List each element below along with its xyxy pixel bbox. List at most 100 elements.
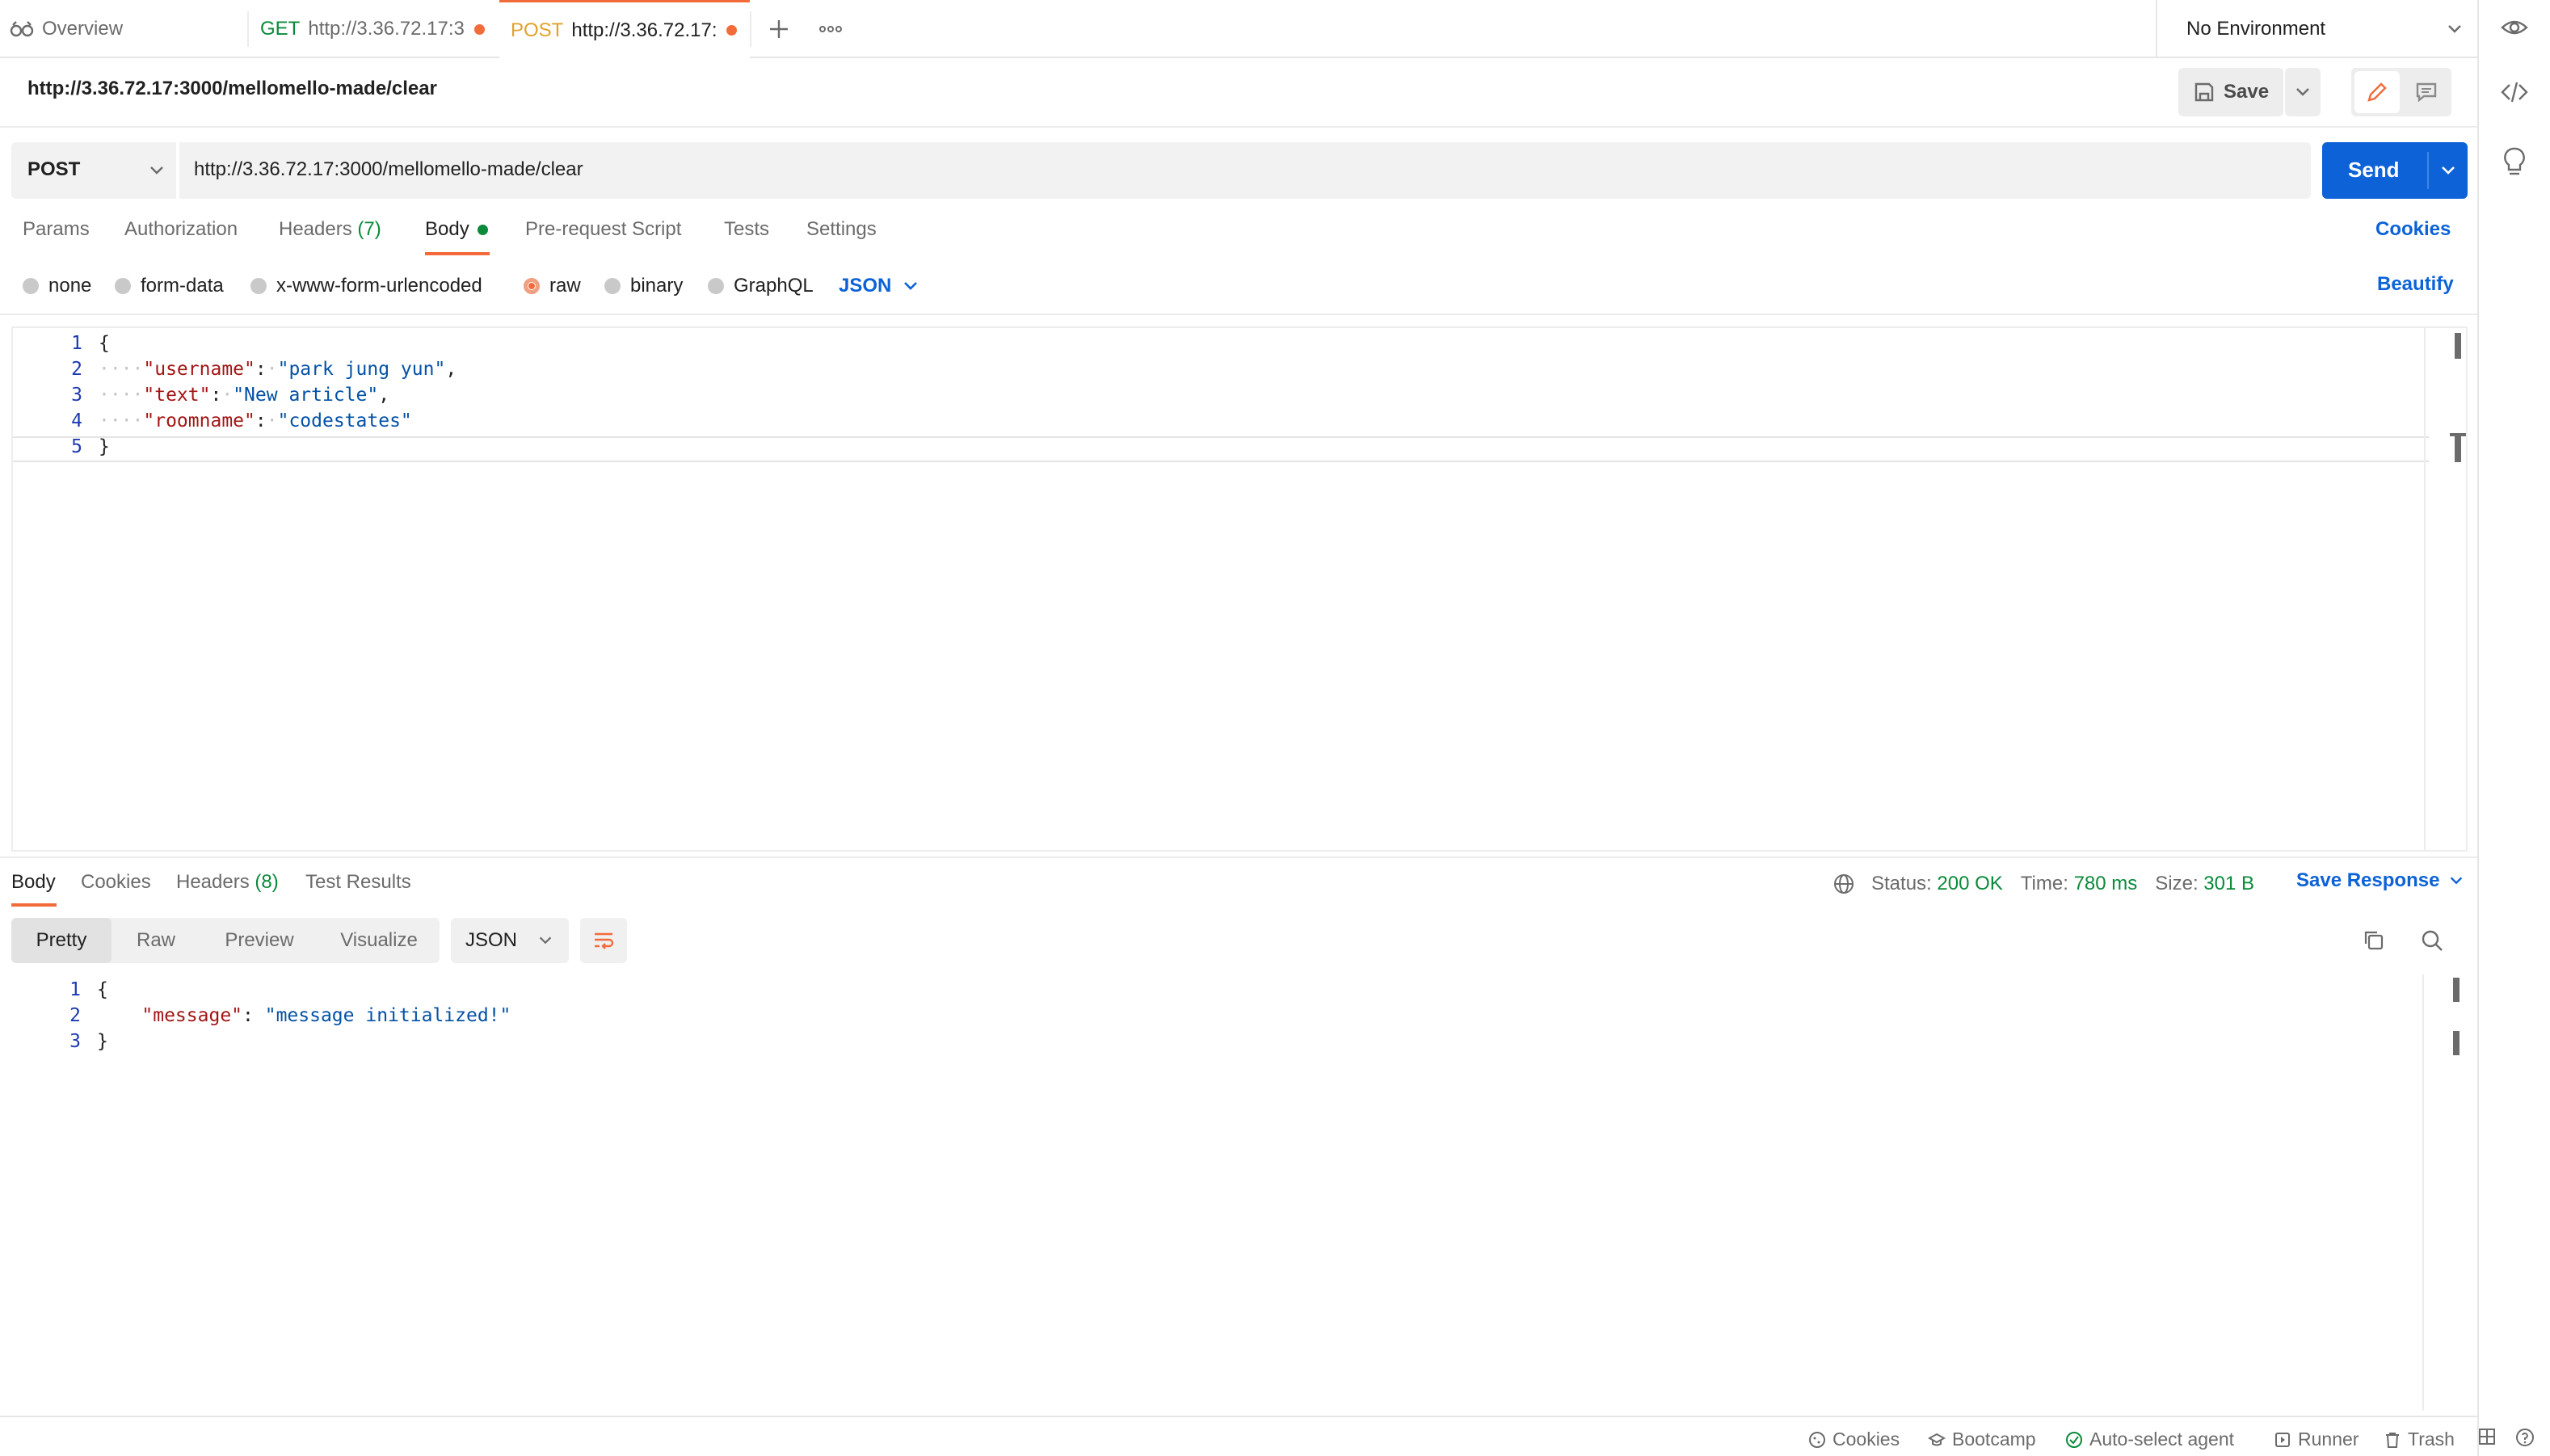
globe-icon[interactable]: [1833, 873, 1855, 895]
send-button[interactable]: Send: [2322, 142, 2468, 199]
radio-form-data-label: form-data: [141, 275, 224, 297]
code-open-brace: {: [99, 333, 110, 354]
save-options-button[interactable]: [2285, 68, 2321, 116]
tab-prerequest-script[interactable]: Pre-request Script: [525, 218, 681, 241]
radio-urlencoded[interactable]: x-www-form-urlencoded: [250, 275, 482, 297]
radio-dot: [250, 278, 267, 294]
wrap-lines-icon: [595, 932, 614, 949]
code-line: ····"text":·"New article",: [99, 385, 390, 406]
beautify-link[interactable]: Beautify: [2377, 273, 2454, 296]
help-icon[interactable]: [2514, 1427, 2542, 1448]
tab-headers[interactable]: Headers (7): [279, 218, 381, 241]
response-meta: Status: 200 OK Time: 780 ms Size: 301 B: [1833, 873, 2254, 895]
wrap-lines-button[interactable]: [580, 918, 627, 963]
time-value[interactable]: 780 ms: [2074, 873, 2138, 895]
radio-binary[interactable]: binary: [604, 275, 683, 297]
line-number: 3: [71, 385, 82, 406]
scrollbar-thumb[interactable]: [2455, 333, 2461, 359]
unsaved-dot-icon: [473, 23, 485, 35]
save-response-button[interactable]: Save Response: [2296, 869, 2465, 892]
edit-mode-button[interactable]: [2354, 71, 2400, 113]
bootcamp-icon: [1928, 1433, 1946, 1445]
radio-raw[interactable]: raw: [524, 275, 581, 297]
environment-select[interactable]: No Environment: [2157, 0, 2477, 58]
statusbar-bootcamp[interactable]: Bootcamp: [1928, 1429, 2036, 1450]
radio-dot: [604, 278, 621, 294]
code-open-brace: {: [97, 979, 108, 1000]
statusbar-cookies[interactable]: Cookies: [1808, 1429, 1900, 1450]
radio-graphql[interactable]: GraphQL: [708, 275, 814, 297]
response-format-select[interactable]: JSON: [451, 918, 569, 963]
response-tab-headers[interactable]: Headers (8): [176, 871, 279, 894]
eye-icon[interactable]: [2500, 13, 2529, 42]
tab-get-request[interactable]: GET http://3.36.72.17:3: [260, 0, 494, 58]
more-tabs-icon[interactable]: [814, 13, 847, 45]
response-body-viewer[interactable]: 1 2 3 { "message": "message initialized!…: [11, 974, 2468, 1411]
scroll-marker: [2455, 436, 2461, 462]
statusbar-runner[interactable]: Runner: [2274, 1429, 2359, 1450]
url-input[interactable]: http://3.36.72.17:3000/mellomello-made/c…: [179, 142, 2311, 199]
response-tab-test-results[interactable]: Test Results: [305, 871, 411, 894]
view-pretty[interactable]: Pretty: [11, 918, 112, 963]
statusbar-trash-label: Trash: [2408, 1429, 2455, 1450]
time-label: Time:: [2020, 873, 2068, 894]
method-select[interactable]: POST: [11, 142, 178, 199]
headers-count: (7): [357, 218, 381, 240]
tab-settings[interactable]: Settings: [806, 218, 877, 241]
response-tab-body[interactable]: Body: [11, 871, 56, 894]
json-value: "message initialized!": [264, 1005, 511, 1026]
chevron-down-icon: [2451, 877, 2463, 885]
request-title[interactable]: http://3.36.72.17:3000/mellomello-made/c…: [27, 78, 437, 100]
tab-overview[interactable]: Overview: [10, 0, 244, 58]
view-preview[interactable]: Preview: [200, 918, 318, 963]
statusbar-trash[interactable]: Trash: [2384, 1429, 2455, 1450]
runner-icon: [2275, 1432, 2290, 1447]
response-tab-cookies[interactable]: Cookies: [81, 871, 151, 894]
tab-body[interactable]: Body: [425, 218, 488, 241]
chevron-down-icon[interactable]: [2438, 161, 2458, 180]
right-sidebar: [2477, 0, 2550, 1456]
code-line: "message": "message initialized!": [141, 1005, 511, 1026]
line-number: 1: [69, 979, 81, 1000]
code-icon[interactable]: [2498, 76, 2531, 108]
statusbar-agent-label: Auto-select agent: [2089, 1429, 2235, 1450]
view-raw[interactable]: Raw: [112, 918, 200, 963]
json-key: "roomname": [143, 410, 255, 431]
size-value[interactable]: 301 B: [2203, 873, 2254, 895]
statusbar-agent[interactable]: Auto-select agent: [2065, 1429, 2234, 1450]
tab-params[interactable]: Params: [23, 218, 90, 241]
response-headers-label: Headers: [176, 871, 250, 893]
code-line: ····"roomname":·"codestates": [99, 410, 412, 431]
search-icon[interactable]: [2419, 928, 2445, 953]
radio-none[interactable]: none: [23, 275, 91, 297]
overview-icon: [10, 21, 34, 37]
scrollbar-thumb[interactable]: [2453, 978, 2460, 1002]
new-tab-plus-icon[interactable]: [763, 13, 795, 45]
save-button[interactable]: Save: [2178, 68, 2283, 116]
copy-icon[interactable]: [2361, 928, 2387, 953]
lightbulb-icon[interactable]: [2500, 145, 2529, 178]
tab-tests[interactable]: Tests: [724, 218, 769, 241]
tab-post-url: http://3.36.72.17:: [571, 19, 717, 41]
tab-post-request[interactable]: POST http://3.36.72.17:: [499, 0, 750, 58]
code-line: ····"username":·"park jung yun",: [99, 359, 457, 380]
layout-icon[interactable]: [2477, 1427, 2503, 1446]
comment-mode-button[interactable]: [2405, 71, 2448, 113]
status-value[interactable]: 200 OK: [1937, 873, 2002, 895]
cookie-icon: [1809, 1431, 1825, 1448]
radio-form-data[interactable]: form-data: [115, 275, 224, 297]
body-format-label: JSON: [839, 275, 892, 297]
tab-post-method: POST: [511, 19, 564, 41]
tab-authorization[interactable]: Authorization: [124, 218, 238, 241]
edit-comment-toggle: [2351, 68, 2451, 116]
cookies-link[interactable]: Cookies: [2375, 218, 2451, 241]
body-format-select[interactable]: JSON: [839, 275, 920, 297]
comment-icon: [2416, 82, 2437, 103]
json-value: "codestates": [277, 410, 412, 431]
json-key: "text": [143, 385, 211, 406]
json-comma: ,: [445, 359, 457, 380]
request-body-editor[interactable]: 1 2 3 4 5 { ····"username":·"park jung y…: [11, 326, 2468, 852]
response-view-switcher: Pretty Raw Preview Visualize: [11, 918, 440, 963]
radio-none-label: none: [48, 275, 92, 297]
view-visualize[interactable]: Visualize: [318, 918, 440, 963]
